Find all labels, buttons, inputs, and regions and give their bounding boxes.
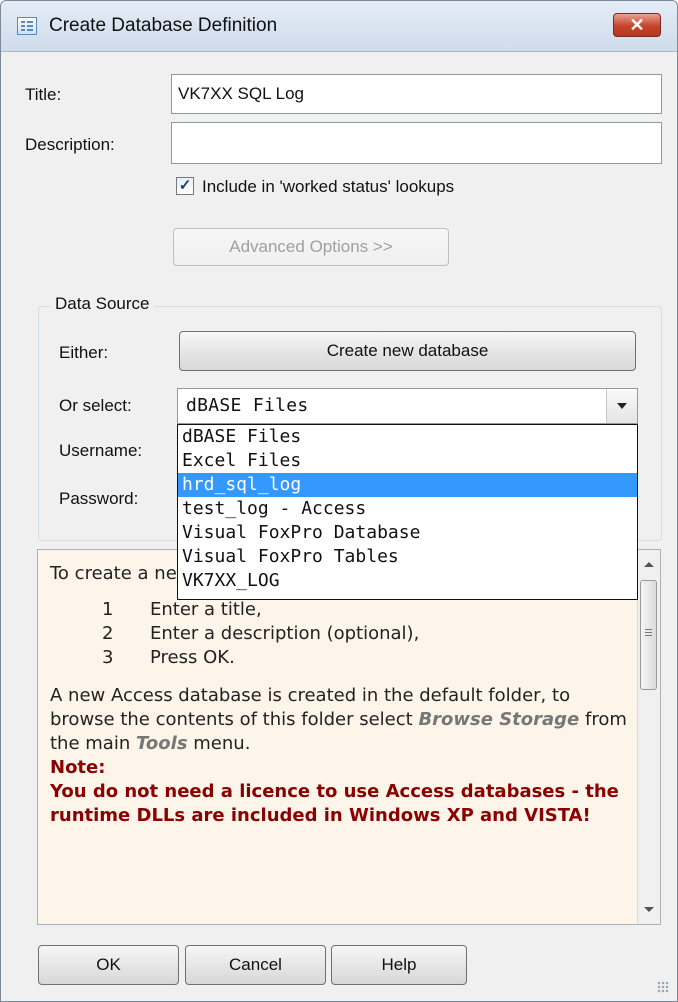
scroll-thumb[interactable]: [640, 580, 657, 690]
dropdown-option[interactable]: VK7XX_LOG: [178, 569, 637, 593]
selected-data-source: dBASE Files: [186, 395, 309, 416]
worked-status-checkbox[interactable]: ✓: [176, 177, 194, 195]
window-title: Create Database Definition: [49, 15, 278, 36]
note-title: Note:: [50, 757, 106, 778]
dropdown-option[interactable]: dBASE Files: [178, 425, 637, 449]
scroll-down-arrow-icon[interactable]: [644, 907, 654, 912]
help-paragraph: A new Access database is created in the …: [50, 684, 630, 756]
help-step: 3 Press OK.: [102, 646, 630, 670]
step-text: Enter a description (optional),: [150, 623, 420, 644]
advanced-options-button[interactable]: Advanced Options >>: [173, 228, 449, 266]
step-number: 3: [102, 647, 114, 668]
help-step: 2 Enter a description (optional),: [102, 622, 630, 646]
password-label: Password:: [59, 489, 139, 508]
dropdown-option[interactable]: Excel Files: [178, 449, 637, 473]
help-content: To create a new Access database: 1Enter …: [50, 562, 630, 828]
or-select-label: Or select:: [59, 396, 132, 415]
ok-button[interactable]: OK: [38, 945, 179, 985]
either-label: Either:: [59, 343, 109, 362]
title-label: Title:: [25, 85, 62, 104]
data-source-select[interactable]: dBASE Files: [177, 388, 638, 424]
resize-grip-icon[interactable]: [657, 981, 669, 993]
step-number: 2: [102, 623, 114, 644]
database-app-icon: [17, 17, 37, 35]
tools-keyword: Tools: [135, 733, 188, 754]
data-source-dropdown-list: dBASE Files Excel Files hrd_sql_log test…: [177, 424, 638, 600]
step-text: Enter a title,: [150, 599, 262, 620]
step-text: Press OK.: [150, 647, 235, 668]
title-bar[interactable]: Create Database Definition ✕: [1, 1, 677, 52]
help-button[interactable]: Help: [331, 945, 467, 985]
note-body: You do not need a licence to use Access …: [50, 781, 619, 826]
dialog-window: Create Database Definition ✕ Title: VK7X…: [0, 0, 678, 1002]
cancel-button[interactable]: Cancel: [185, 945, 326, 985]
description-input[interactable]: [171, 122, 662, 164]
close-button[interactable]: ✕: [613, 13, 661, 37]
worked-status-label[interactable]: Include in 'worked status' lookups: [202, 177, 454, 197]
username-label: Username:: [59, 441, 143, 460]
description-label: Description:: [25, 135, 115, 154]
dropdown-option[interactable]: Visual FoxPro Database: [178, 521, 637, 545]
help-step: 1 Enter a title,: [102, 598, 630, 622]
chevron-down-icon[interactable]: [606, 389, 637, 423]
help-steps: 1 Enter a title, 2 Enter a description (op…: [102, 598, 630, 670]
scroll-up-arrow-icon[interactable]: [644, 562, 654, 567]
dropdown-option[interactable]: Visual FoxPro Tables: [178, 545, 637, 569]
grip-icon: [645, 629, 652, 630]
dropdown-option[interactable]: test_log - Access: [178, 497, 637, 521]
create-new-database-button[interactable]: Create new database: [179, 331, 636, 371]
title-input[interactable]: VK7XX SQL Log: [171, 74, 662, 114]
browse-storage-keyword: Browse Storage: [418, 709, 580, 730]
step-number: 1: [102, 599, 114, 620]
dropdown-option-highlighted[interactable]: hrd_sql_log: [178, 473, 637, 497]
data-source-title: Data Source: [51, 294, 154, 314]
help-scrollbar[interactable]: [637, 550, 660, 924]
help-para-end: menu.: [187, 733, 251, 754]
help-text-panel[interactable]: To create a new Access database: 1Enter …: [37, 549, 661, 925]
